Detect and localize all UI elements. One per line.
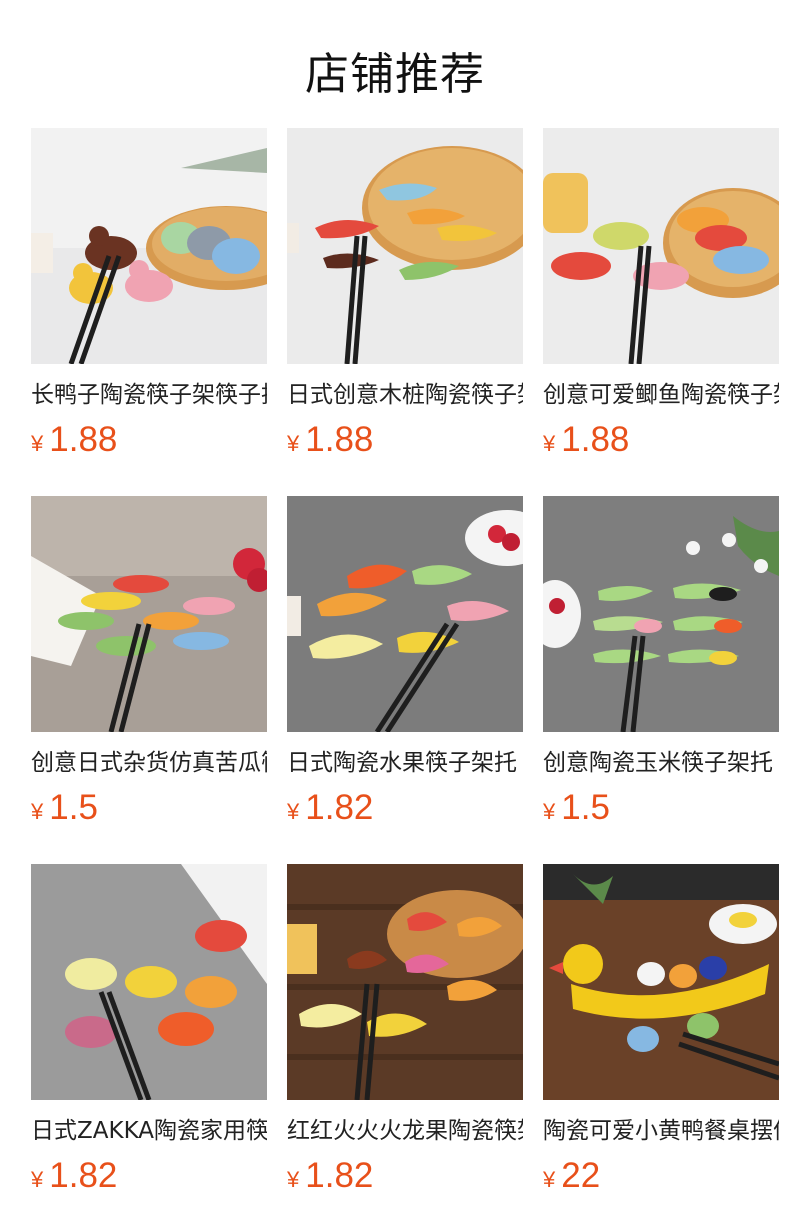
product-price: 1.5 — [561, 788, 610, 827]
currency-symbol: ¥ — [543, 431, 556, 456]
product-card[interactable]: 日式ZAKKA陶瓷家用筷架 ¥1.82 — [31, 864, 267, 1232]
price-row: ¥1.5 — [543, 788, 779, 828]
price-row: ¥1.82 — [31, 1156, 267, 1196]
product-price: 1.88 — [305, 420, 374, 459]
price-row: ¥1.88 — [31, 420, 267, 460]
currency-symbol: ¥ — [543, 799, 556, 824]
page-title: 店铺推荐 — [305, 49, 485, 100]
currency-symbol: ¥ — [31, 799, 44, 824]
currency-symbol: ¥ — [543, 1167, 556, 1192]
product-price: 1.82 — [49, 1156, 118, 1195]
product-name: 长鸭子陶瓷筷子架筷子托 — [31, 382, 267, 408]
currency-symbol: ¥ — [31, 1167, 44, 1192]
log-chopstick-rest-photo[interactable] — [287, 128, 523, 364]
product-card[interactable]: 创意可爱鲫鱼陶瓷筷子架 ¥1.88 — [543, 128, 779, 496]
dragonfruit-chopstick-rest-photo[interactable] — [287, 864, 523, 1100]
product-grid: 长鸭子陶瓷筷子架筷子托 ¥1.88 日式创意木桩陶瓷筷子架 ¥ 1.88 创意可… — [31, 128, 790, 1232]
product-card[interactable]: 长鸭子陶瓷筷子架筷子托 ¥1.88 — [31, 128, 267, 496]
price-row: ¥1.88 — [287, 420, 523, 460]
product-name: 创意日式杂货仿真苦瓜筷架 — [31, 750, 267, 776]
corn-chopstick-rest-photo[interactable] — [543, 496, 779, 732]
product-card[interactable]: 创意陶瓷玉米筷子架托 ¥1.5 — [543, 496, 779, 864]
product-card[interactable]: 陶瓷可爱小黄鸭餐桌摆件 ¥22 — [543, 864, 779, 1232]
product-price: 1.88 — [561, 420, 630, 459]
product-price: 22 — [561, 1156, 601, 1195]
price-row: ¥1.88 — [543, 420, 779, 460]
product-card[interactable]: 日式创意木桩陶瓷筷子架 ¥1.88 — [287, 128, 523, 496]
product-price: 1.82 — [305, 1156, 374, 1195]
product-name: 日式创意木桩陶瓷筷子架 — [287, 382, 523, 408]
price-row: ¥1.5 — [31, 788, 267, 828]
product-name: 日式ZAKKA陶瓷家用筷架 — [31, 1118, 267, 1144]
product-name: 创意陶瓷玉米筷子架托 — [543, 750, 773, 776]
product-card[interactable]: 创意日式杂货仿真苦瓜筷架 ¥1.5 — [31, 496, 267, 864]
header: 店铺推荐 — [0, 0, 790, 128]
price-row: ¥1.82 — [287, 788, 523, 828]
product-name: 日式陶瓷水果筷子架托 — [287, 750, 517, 776]
duck-chopstick-rest-photo[interactable] — [31, 128, 267, 364]
product-card[interactable]: 红红火火火龙果陶瓷筷架 ¥1.82 — [287, 864, 523, 1232]
product-price: 1.5 — [49, 788, 98, 827]
product-name: 红红火火火龙果陶瓷筷架 — [287, 1118, 523, 1144]
price-row: ¥22 — [543, 1156, 779, 1196]
banana-chopstick-rest-photo[interactable] — [287, 496, 523, 732]
product-price: 1.82 — [305, 788, 374, 827]
product-name: 创意可爱鲫鱼陶瓷筷子架 — [543, 382, 779, 408]
product-price: 1.88 — [49, 420, 118, 459]
product-name: 陶瓷可爱小黄鸭餐桌摆件 — [543, 1118, 779, 1144]
currency-symbol: ¥ — [31, 431, 44, 456]
product-card[interactable]: 日式陶瓷水果筷子架托 ¥1.82 — [287, 496, 523, 864]
vegetable-chopstick-rest-photo[interactable] — [31, 496, 267, 732]
fruit-chopstick-rest-photo[interactable] — [31, 864, 267, 1100]
currency-symbol: ¥ — [287, 431, 300, 456]
fish-chopstick-rest-photo[interactable] — [543, 128, 779, 364]
currency-symbol: ¥ — [287, 799, 300, 824]
currency-symbol: ¥ — [287, 1167, 300, 1192]
yellow-duck-boat-photo[interactable] — [543, 864, 779, 1100]
price-row: ¥1.82 — [287, 1156, 523, 1196]
